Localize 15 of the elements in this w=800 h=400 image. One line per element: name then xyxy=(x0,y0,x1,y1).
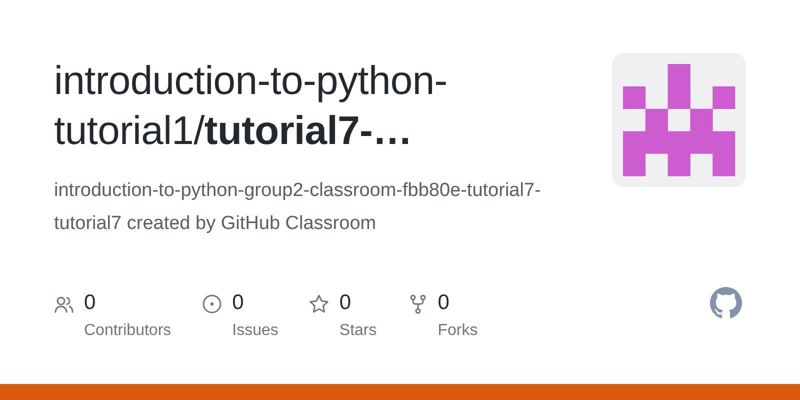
stat-label: Forks xyxy=(438,321,478,341)
stat-label: Contributors xyxy=(84,321,172,341)
people-icon xyxy=(54,294,74,314)
stat-count: 0 xyxy=(438,291,450,315)
stat-count: 0 xyxy=(339,291,352,315)
fork-icon xyxy=(408,294,428,314)
star-icon xyxy=(309,294,330,314)
stat-count: 0 xyxy=(84,291,97,315)
repository-description: introduction-to-python-group2-classroom-fbb80e-tutorial7-tutorial7 created by GitHub Classroom xyxy=(54,179,542,236)
issue-icon xyxy=(202,294,222,314)
repository-title: introduction-to-python-tutorial1/tutorial7-… xyxy=(54,58,448,155)
stat-count: 0 xyxy=(232,291,245,315)
logo-icon[interactable] xyxy=(710,287,742,319)
stat-label: Issues xyxy=(232,321,278,341)
stat-label: Stars xyxy=(339,321,377,341)
